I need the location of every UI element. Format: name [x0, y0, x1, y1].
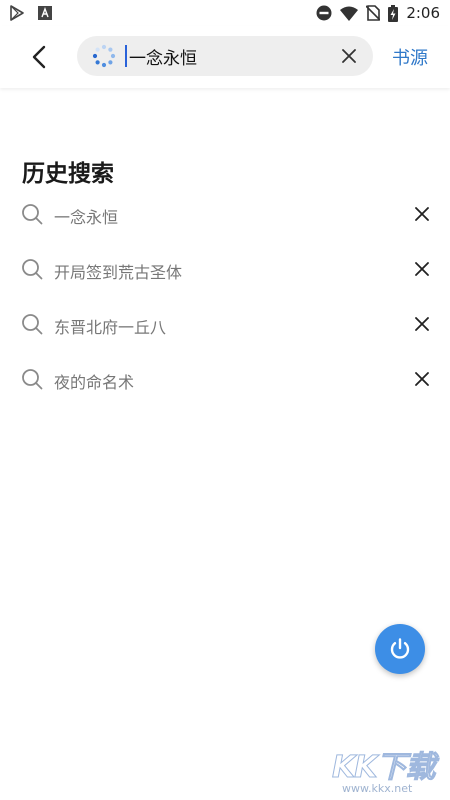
history-item-text: 一念永恒 — [54, 208, 119, 227]
close-icon — [415, 372, 429, 386]
delete-history-button[interactable] — [411, 313, 433, 335]
search-input[interactable]: 一念永恒 — [77, 36, 373, 76]
power-button[interactable] — [375, 624, 425, 674]
loading-spinner-icon — [92, 44, 116, 68]
play-store-icon — [10, 5, 24, 21]
search-icon — [22, 259, 43, 280]
close-icon — [415, 317, 429, 331]
watermark: KK下载 www.kkx.net — [332, 742, 444, 798]
wifi-icon — [340, 6, 359, 21]
search-query: 一念永恒 — [129, 48, 197, 69]
delete-history-button[interactable] — [411, 203, 433, 225]
close-icon — [342, 49, 356, 63]
no-sim-icon — [366, 5, 381, 21]
history-item-text: 夜的命名术 — [54, 373, 135, 392]
back-arrow-icon — [32, 45, 46, 69]
back-button[interactable] — [22, 40, 56, 74]
do-not-disturb-icon — [316, 5, 332, 21]
top-bar: 一念永恒 书源 — [0, 26, 450, 88]
history-item[interactable]: 夜的命名术 — [0, 353, 450, 408]
delete-history-button[interactable] — [411, 368, 433, 390]
search-icon — [22, 369, 43, 390]
status-time: 2:06 — [406, 4, 440, 22]
book-source-button[interactable]: 书源 — [392, 44, 428, 70]
close-icon — [415, 207, 429, 221]
history-item[interactable]: 一念永恒 — [0, 188, 450, 243]
battery-charging-icon — [388, 4, 399, 22]
status-bar: 2:06 — [0, 0, 450, 26]
history-item-text: 东晋北府一丘八 — [54, 318, 167, 337]
history-list: 一念永恒 开局签到荒古圣体 东晋北府一丘八 夜的命名术 — [0, 188, 450, 408]
power-icon — [390, 638, 410, 659]
history-item-text: 开局签到荒古圣体 — [54, 263, 183, 282]
history-item[interactable]: 开局签到荒古圣体 — [0, 243, 450, 298]
search-icon — [22, 314, 43, 335]
history-item[interactable]: 东晋北府一丘八 — [0, 298, 450, 353]
screen: 2:06 一念永恒 书源 历史搜索 一念永恒 开局签到荒古圣体 东晋北府一丘八 … — [0, 0, 450, 800]
watermark-logo: KK下载 — [332, 750, 437, 786]
delete-history-button[interactable] — [411, 258, 433, 280]
clear-search-button[interactable] — [339, 46, 359, 66]
text-caret — [125, 45, 127, 67]
history-title: 历史搜索 — [22, 161, 114, 187]
close-icon — [415, 262, 429, 276]
app-notification-icon — [38, 6, 52, 20]
search-icon — [22, 204, 43, 225]
